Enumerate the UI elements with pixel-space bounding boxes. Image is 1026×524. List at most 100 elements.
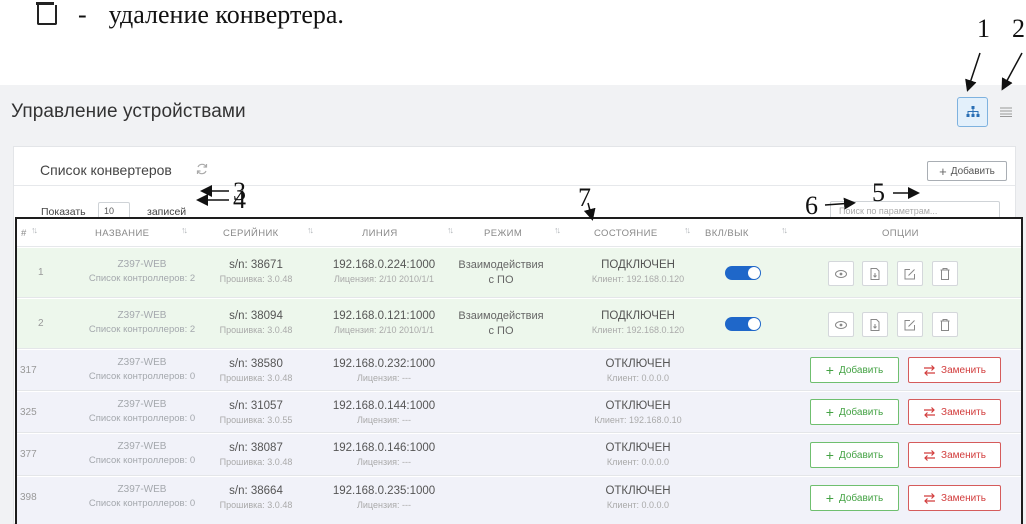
callout-number-6: 6 [805, 191, 818, 220]
table-row: 2 Z397-WEB Список контроллеров: 2 s/n: 3… [17, 299, 1021, 349]
list-view-button[interactable] [990, 97, 1021, 127]
view-button[interactable] [828, 261, 854, 286]
edit-icon [904, 319, 915, 330]
converters-table: # ↑↓ НАЗВАНИЕ ↑↓ СЕРИЙНИК ↑↓ ЛИНИЯ ↑↓ РЕ… [15, 217, 1023, 524]
controllers-count: Список контроллеров: 0 [88, 455, 196, 466]
client-address: Клиент: 0.0.0.0 [606, 500, 670, 510]
converter-name: Z397-WEB [117, 310, 167, 321]
enable-toggle[interactable] [725, 317, 761, 331]
add-label: Добавить [838, 406, 884, 418]
edit-button[interactable] [897, 312, 923, 337]
serial-number: s/n: 38087 [229, 442, 283, 454]
sort-icon[interactable]: ↑↓ [447, 225, 454, 235]
callout-number-4-label: 4 [233, 185, 246, 214]
add-button[interactable]: + Добавить [810, 485, 899, 511]
connection-state: ОТКЛЮЧЕН [605, 358, 671, 370]
delete-button[interactable] [932, 312, 958, 337]
serial-cell: s/n: 38580 Прошивка: 3.0.48 [214, 358, 298, 383]
connection-state: ПОДКЛЮЧЕН [601, 310, 675, 322]
trash-icon [940, 267, 950, 280]
line-cell: 192.168.0.235:1000 Лицензия: --- [319, 485, 449, 510]
add-button[interactable]: + Добавить [810, 399, 899, 425]
row-number: 317 [20, 365, 37, 376]
column-header-line[interactable]: ЛИНИЯ [362, 228, 398, 239]
line-cell: 192.168.0.224:1000 Лицензия: 2/10 2010/1… [319, 259, 449, 284]
column-header-onoff[interactable]: ВКЛ/ВЫК [705, 228, 749, 239]
column-header-num[interactable]: # [21, 228, 27, 239]
replace-label: Заменить [941, 364, 986, 376]
column-header-name[interactable]: НАЗВАНИЕ [95, 228, 149, 239]
enable-toggle[interactable] [725, 266, 761, 280]
add-converter-label: Добавить [950, 165, 995, 177]
license-info: Лицензия: --- [357, 457, 411, 467]
serial-number: s/n: 38664 [229, 485, 283, 497]
add-converter-button[interactable]: + Добавить [927, 161, 1007, 181]
controllers-count[interactable]: Список контроллеров: 2 [82, 324, 202, 335]
controllers-count: Список контроллеров: 0 [88, 371, 196, 382]
connection-state: ОТКЛЮЧЕН [605, 442, 671, 454]
delete-button[interactable] [932, 261, 958, 286]
sort-icon[interactable]: ↑↓ [181, 225, 188, 235]
sort-icon[interactable]: ↑↓ [684, 225, 691, 235]
converter-name: Z397-WEB [117, 484, 167, 495]
file-icon [870, 318, 880, 331]
serial-number: s/n: 38671 [229, 259, 283, 271]
edit-button[interactable] [897, 261, 923, 286]
column-header-options: ОПЦИИ [882, 228, 919, 239]
trash-icon [36, 2, 57, 25]
trash-icon [940, 318, 950, 331]
firmware-version: Прошивка: 3.0.48 [219, 373, 293, 383]
export-button[interactable] [862, 261, 888, 286]
add-label: Добавить [838, 364, 884, 376]
license-info: Лицензия: 2/10 2010/1/1 [333, 274, 435, 284]
converter-name: Z397-WEB [117, 259, 167, 270]
swap-icon [924, 449, 936, 461]
replace-button[interactable]: Заменить [908, 357, 1001, 383]
converter-name: Z397-WEB [117, 399, 167, 410]
caption-text: удаление конвертера. [108, 0, 344, 29]
connection-state: ОТКЛЮЧЕН [605, 485, 671, 497]
sort-icon[interactable]: ↑↓ [31, 225, 38, 235]
converter-name-cell: Z397-WEB Список контроллеров: 0 [82, 441, 202, 466]
replace-button[interactable]: Заменить [908, 442, 1001, 468]
plus-icon: + [825, 404, 834, 420]
client-address: Клиент: 192.168.0.120 [591, 325, 685, 335]
line-cell: 192.168.0.121:1000 Лицензия: 2/10 2010/1… [319, 310, 449, 335]
serial-cell: s/n: 38087 Прошивка: 3.0.48 [214, 442, 298, 467]
serial-cell: s/n: 38094 Прошивка: 3.0.48 [214, 310, 298, 335]
export-button[interactable] [862, 312, 888, 337]
table-row: 325 Z397-WEB Список контроллеров: 0 s/n:… [17, 392, 1021, 433]
column-header-mode[interactable]: РЕЖИМ [484, 228, 522, 239]
controllers-count[interactable]: Список контроллеров: 2 [82, 273, 202, 284]
converter-name-cell: Z397-WEB Список контроллеров: 0 [82, 484, 202, 509]
table-row: 317 Z397-WEB Список контроллеров: 0 s/n:… [17, 350, 1021, 391]
connection-state: ПОДКЛЮЧЕН [601, 259, 675, 271]
plus-icon: + [825, 447, 834, 463]
state-cell: ПОДКЛЮЧЕН Клиент: 192.168.0.120 [573, 310, 703, 335]
table-row: 377 Z397-WEB Список контроллеров: 0 s/n:… [17, 434, 1021, 476]
add-label: Добавить [838, 449, 884, 461]
refresh-icon[interactable] [195, 162, 209, 176]
add-button[interactable]: + Добавить [810, 357, 899, 383]
line-address: 192.168.0.121:1000 [332, 310, 436, 322]
mode-line-2: с ПО [488, 274, 514, 286]
line-address: 192.168.0.232:1000 [332, 358, 436, 370]
sort-icon[interactable]: ↑↓ [307, 225, 314, 235]
column-header-serial[interactable]: СЕРИЙНИК [223, 228, 279, 239]
sort-icon[interactable]: ↑↓ [554, 225, 561, 235]
replace-button[interactable]: Заменить [908, 485, 1001, 511]
converter-name-cell: Z397-WEB Список контроллеров: 2 [82, 259, 202, 284]
plus-icon: + [825, 490, 834, 506]
table-row: 398 Z397-WEB Список контроллеров: 0 s/n:… [17, 477, 1021, 524]
column-header-state[interactable]: СОСТОЯНИЕ [594, 228, 658, 239]
replace-button[interactable]: Заменить [908, 399, 1001, 425]
row-number: 377 [20, 449, 37, 460]
swap-icon [924, 492, 936, 504]
tree-view-button[interactable] [957, 97, 988, 127]
row-number: 1 [38, 267, 44, 278]
view-button[interactable] [828, 312, 854, 337]
sort-icon[interactable]: ↑↓ [781, 225, 788, 235]
connection-state: ОТКЛЮЧЕН [605, 400, 671, 412]
add-button[interactable]: + Добавить [810, 442, 899, 468]
mode-line-1: Взаимодействия [458, 310, 544, 322]
